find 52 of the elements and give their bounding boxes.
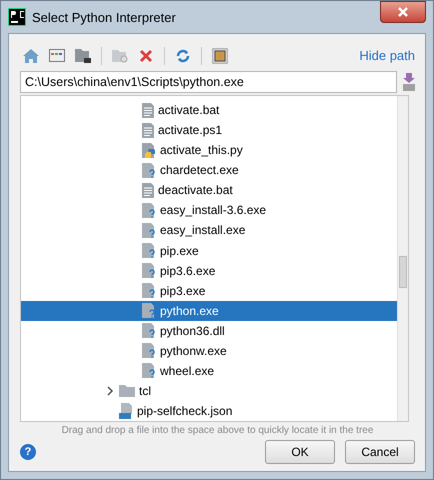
new-folder-icon	[112, 48, 128, 64]
download-icon[interactable]	[403, 73, 415, 92]
folder-icon	[119, 384, 135, 398]
cross-icon	[139, 48, 153, 63]
json-file-icon	[119, 403, 133, 420]
tree-item[interactable]: chardetect.exe	[21, 160, 397, 180]
tree-item[interactable]: activate.ps1	[21, 120, 397, 140]
square-icon	[212, 48, 228, 64]
unknown-file-icon	[142, 162, 156, 178]
text-file-icon	[142, 182, 154, 198]
refresh-icon	[175, 48, 191, 64]
tree-item[interactable]: activate_this.py	[21, 140, 397, 160]
desktop-icon	[49, 49, 65, 62]
home-icon	[23, 48, 39, 63]
tree-item[interactable]: activate.bat	[21, 100, 397, 120]
tree-item[interactable]: python36.dll	[21, 320, 397, 341]
tree-item[interactable]: wheel.exe	[21, 360, 397, 381]
close-icon	[397, 7, 409, 17]
tree-item[interactable]: pip3.6.exe	[21, 260, 397, 281]
tree-item[interactable]: pythonw.exe	[21, 340, 397, 361]
scrollbar[interactable]	[397, 96, 408, 422]
tree-item[interactable]: python.exe	[21, 300, 397, 321]
text-file-icon	[142, 122, 154, 138]
unknown-file-icon	[142, 343, 156, 358]
path-field[interactable]: C:\Users\china\env1\Scripts\python.exe	[20, 71, 397, 94]
folder-icon	[75, 48, 91, 64]
hint-text: Drag and drop a file into the space above to quickly locate it in the tree	[60, 425, 374, 436]
close-button[interactable]	[380, 1, 426, 23]
tree-item[interactable]: easy_install-3.6.exe	[21, 200, 397, 220]
tree-item[interactable]: pip-selfcheck.json	[21, 401, 397, 422]
text-file-icon	[142, 102, 154, 118]
tree-item[interactable]: easy_install.exe	[21, 220, 397, 241]
hide-path-link[interactable]: Hide path	[359, 48, 415, 64]
unknown-file-icon	[142, 363, 156, 378]
chevron-right-icon[interactable]	[105, 386, 115, 396]
tree-item[interactable]: deactivate.bat	[21, 180, 397, 200]
python-file-icon	[142, 142, 156, 158]
tree-item[interactable]: pip3.exe	[21, 280, 397, 301]
dialog-button[interactable]: OK	[265, 440, 335, 464]
tree-item[interactable]: pip.exe	[21, 240, 397, 261]
unknown-file-icon	[142, 263, 156, 278]
app-logo-icon	[8, 8, 26, 26]
unknown-file-icon	[142, 222, 156, 238]
unknown-file-icon	[142, 323, 156, 338]
dialog-button[interactable]: Cancel	[345, 440, 415, 464]
unknown-file-icon	[142, 283, 156, 298]
help-button[interactable]: ?	[20, 444, 36, 460]
tree-item[interactable]: tcl	[21, 380, 397, 402]
unknown-file-icon	[142, 202, 156, 218]
unknown-file-icon	[142, 303, 156, 318]
unknown-file-icon	[142, 243, 156, 258]
window-title: Select Python Interpreter	[32, 10, 176, 24]
